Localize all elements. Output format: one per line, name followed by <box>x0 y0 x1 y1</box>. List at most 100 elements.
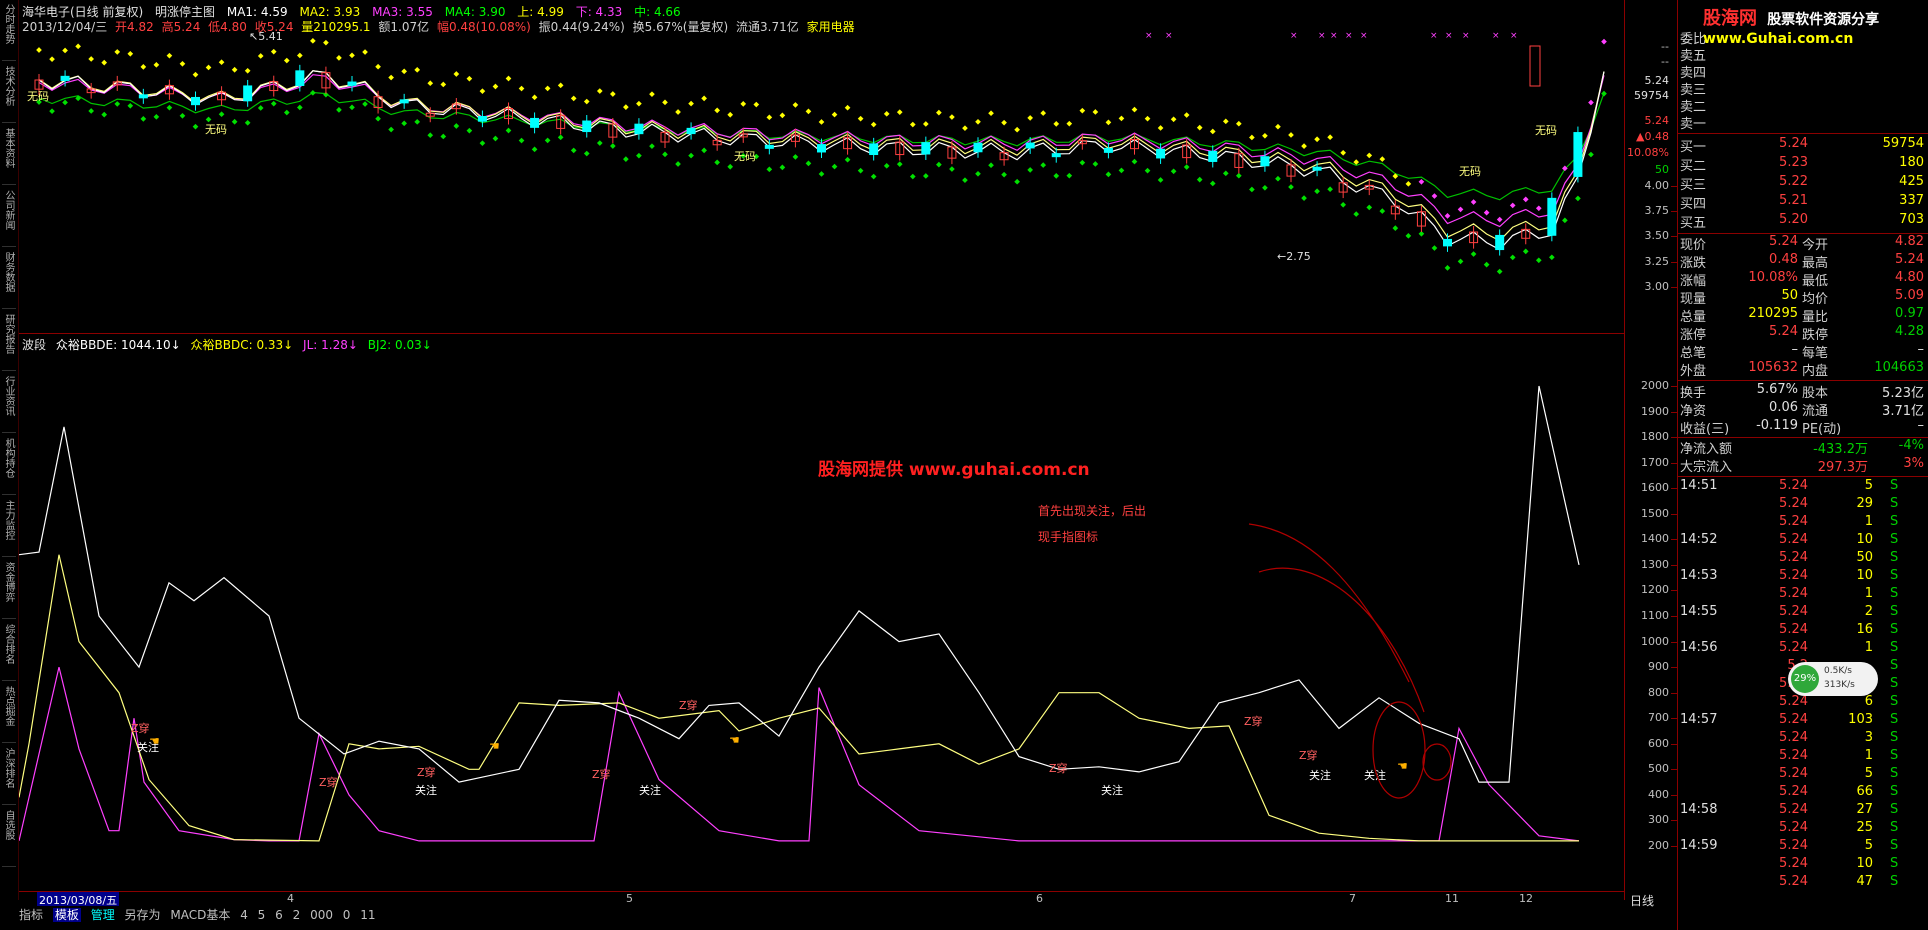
sell-label: 卖一 <box>1680 117 1707 132</box>
sidebar-tab[interactable]: 资金博弈 <box>2 562 16 619</box>
upper-dot <box>662 99 668 106</box>
period-label[interactable]: 日线 <box>1630 892 1654 909</box>
quote-label: 现量 <box>1680 292 1707 307</box>
toolbar-template[interactable]: 模板 <box>52 908 81 922</box>
netspeed-percent: 29% <box>1791 665 1819 693</box>
tick-time: 14:58 <box>1680 802 1718 817</box>
tick-price: 5.24 <box>1779 694 1808 709</box>
sidebar-tab[interactable]: 财务数据 <box>2 252 16 309</box>
quote-label-2: 内盘 <box>1802 364 1829 379</box>
toolbar-p1[interactable]: 4 <box>240 908 248 922</box>
tick-side: S <box>1890 622 1899 637</box>
sidebar-tab[interactable]: 技术分析 <box>2 66 16 123</box>
lower-dot <box>414 119 421 125</box>
tick-side: S <box>1890 604 1899 619</box>
toolbar-p5[interactable]: 000 <box>310 908 333 922</box>
upper-dot <box>909 121 916 128</box>
top-x-mark: × <box>1330 31 1338 41</box>
price-chart[interactable]: × × × × × × × × × × × ×↖5.41←2.75无码无码无码无码无码 <box>19 30 1624 332</box>
toolbar-p2[interactable]: 5 <box>258 908 266 922</box>
lower-dot <box>257 105 264 111</box>
sidebar-tab[interactable]: 机构持仓 <box>2 438 16 495</box>
toolbar-p3[interactable]: 6 <box>275 908 283 922</box>
toolbar-indicator[interactable]: 指标 <box>19 908 43 922</box>
lower-dot <box>336 107 342 113</box>
tick-row: 14:58 5.24 27 S <box>1678 802 1928 820</box>
netspeed-widget[interactable]: 29% 0.5K/s 313K/s <box>1788 662 1878 696</box>
tick-volume: 5 <box>1864 838 1873 853</box>
tick-price: 5.24 <box>1779 766 1808 781</box>
sidebar-tab[interactable]: 研究报告 <box>2 314 16 371</box>
top-x-mark: × <box>1492 31 1500 41</box>
y-change-pct: 10.08% <box>1627 146 1669 159</box>
tick-price: 5.24 <box>1779 478 1808 493</box>
tick-side: S <box>1890 676 1899 691</box>
top-x-mark: × <box>1345 31 1353 41</box>
quote-value-2: 5.09 <box>1895 288 1924 303</box>
main-indicator-name[interactable]: 明涨停主图 <box>155 5 215 19</box>
lower-dot <box>270 100 277 107</box>
candle-body <box>582 120 592 133</box>
tick-price: 5.24 <box>1779 874 1808 889</box>
toolbar-p6[interactable]: 0 <box>343 908 351 922</box>
lower-dot <box>401 120 407 127</box>
candle-body <box>764 144 774 149</box>
toolbar-p4[interactable]: 2 <box>293 908 301 922</box>
watermark-text: 股海网提供 www.guhai.com.cn <box>818 460 1090 480</box>
upper-dot <box>649 91 655 98</box>
sidebar-tab[interactable]: 自选股 <box>2 810 16 867</box>
upper-dot <box>1314 136 1320 143</box>
tick-side: S <box>1890 478 1899 493</box>
brand-url[interactable]: www.Guhai.com.cn <box>1703 31 1853 47</box>
toolbar-manage[interactable]: 管理 <box>91 908 115 922</box>
tick-price: 5.24 <box>1779 820 1808 835</box>
tick-row: 14:51 5.24 5 S <box>1678 478 1928 496</box>
upper-dot <box>1522 196 1529 203</box>
sidebar-tab[interactable]: 热点掘金 <box>2 686 16 743</box>
left-sidebar: 分时走势技术分析基本资料公司新闻财务数据研究报告行业资讯机构持仓主力监控资金博弈… <box>0 0 19 900</box>
upper-dot <box>101 59 108 66</box>
sidebar-tab[interactable]: 行业资讯 <box>2 376 16 433</box>
buy-label: 买四 <box>1680 197 1707 212</box>
indicator-name[interactable]: 波段 <box>22 338 46 352</box>
sidebar-tab[interactable]: 主力监控 <box>2 500 16 557</box>
y-tick-indicator: 700 <box>1648 711 1669 725</box>
lower-dot <box>1340 201 1346 208</box>
lower-dot <box>1509 254 1516 261</box>
tick-volume: 5 <box>1864 766 1873 781</box>
indicator-chart[interactable]: Z穿Z穿Z穿 Z穿Z穿Z穿Z穿Z穿关注关注 关注 关注关注 关注☚ ☚ ☚☚ <box>19 352 1624 890</box>
x-label-12: 12 <box>1519 892 1533 905</box>
upper-dot <box>179 60 186 67</box>
tick-volume: 47 <box>1856 874 1873 889</box>
buy-row[interactable]: 买五 5.20 703 <box>1678 212 1928 231</box>
buy-row[interactable]: 买三 5.22 425 <box>1678 174 1928 193</box>
buy-row[interactable]: 买二 5.23 180 <box>1678 155 1928 174</box>
upper-dot <box>401 68 407 75</box>
sidebar-tab[interactable]: 公司新闻 <box>2 190 16 247</box>
tick-price: 5.24 <box>1779 838 1808 853</box>
sidebar-tab[interactable]: 综合排名 <box>2 624 16 681</box>
sell-row[interactable]: 卖一 <box>1678 113 1928 132</box>
hand-pointer-icon: ☚ <box>1397 759 1408 773</box>
y-axis[interactable]: -- -- 5.24 59754 5.24 ▲0.48 10.08% 50 4.… <box>1624 0 1677 900</box>
tick-price: 5.24 <box>1779 622 1808 637</box>
top-x-mark: × <box>1445 31 1453 41</box>
candle-body <box>817 144 826 153</box>
upper-dot <box>375 63 381 70</box>
buy-row[interactable]: 买四 5.21 337 <box>1678 193 1928 212</box>
toolbar-macd[interactable]: MACD基本 <box>170 908 230 922</box>
tick-side: S <box>1890 550 1899 565</box>
sidebar-tab[interactable]: 沪深排名 <box>2 748 16 805</box>
tick-side: S <box>1890 514 1899 529</box>
toolbar-p7[interactable]: 11 <box>360 908 375 922</box>
lower-dot <box>1275 175 1281 182</box>
tick-volume: 29 <box>1856 496 1873 511</box>
lower-dot <box>518 137 525 144</box>
sidebar-tab[interactable]: 分时走势 <box>2 4 16 61</box>
sidebar-tab[interactable]: 基本资料 <box>2 128 16 185</box>
buy-row[interactable]: 买一 5.24 59754 <box>1678 136 1928 155</box>
toolbar-saveas[interactable]: 另存为 <box>125 908 161 922</box>
tick-time: 14:59 <box>1680 838 1718 853</box>
lower-dot <box>1496 268 1503 275</box>
lower-dot <box>1183 164 1190 170</box>
